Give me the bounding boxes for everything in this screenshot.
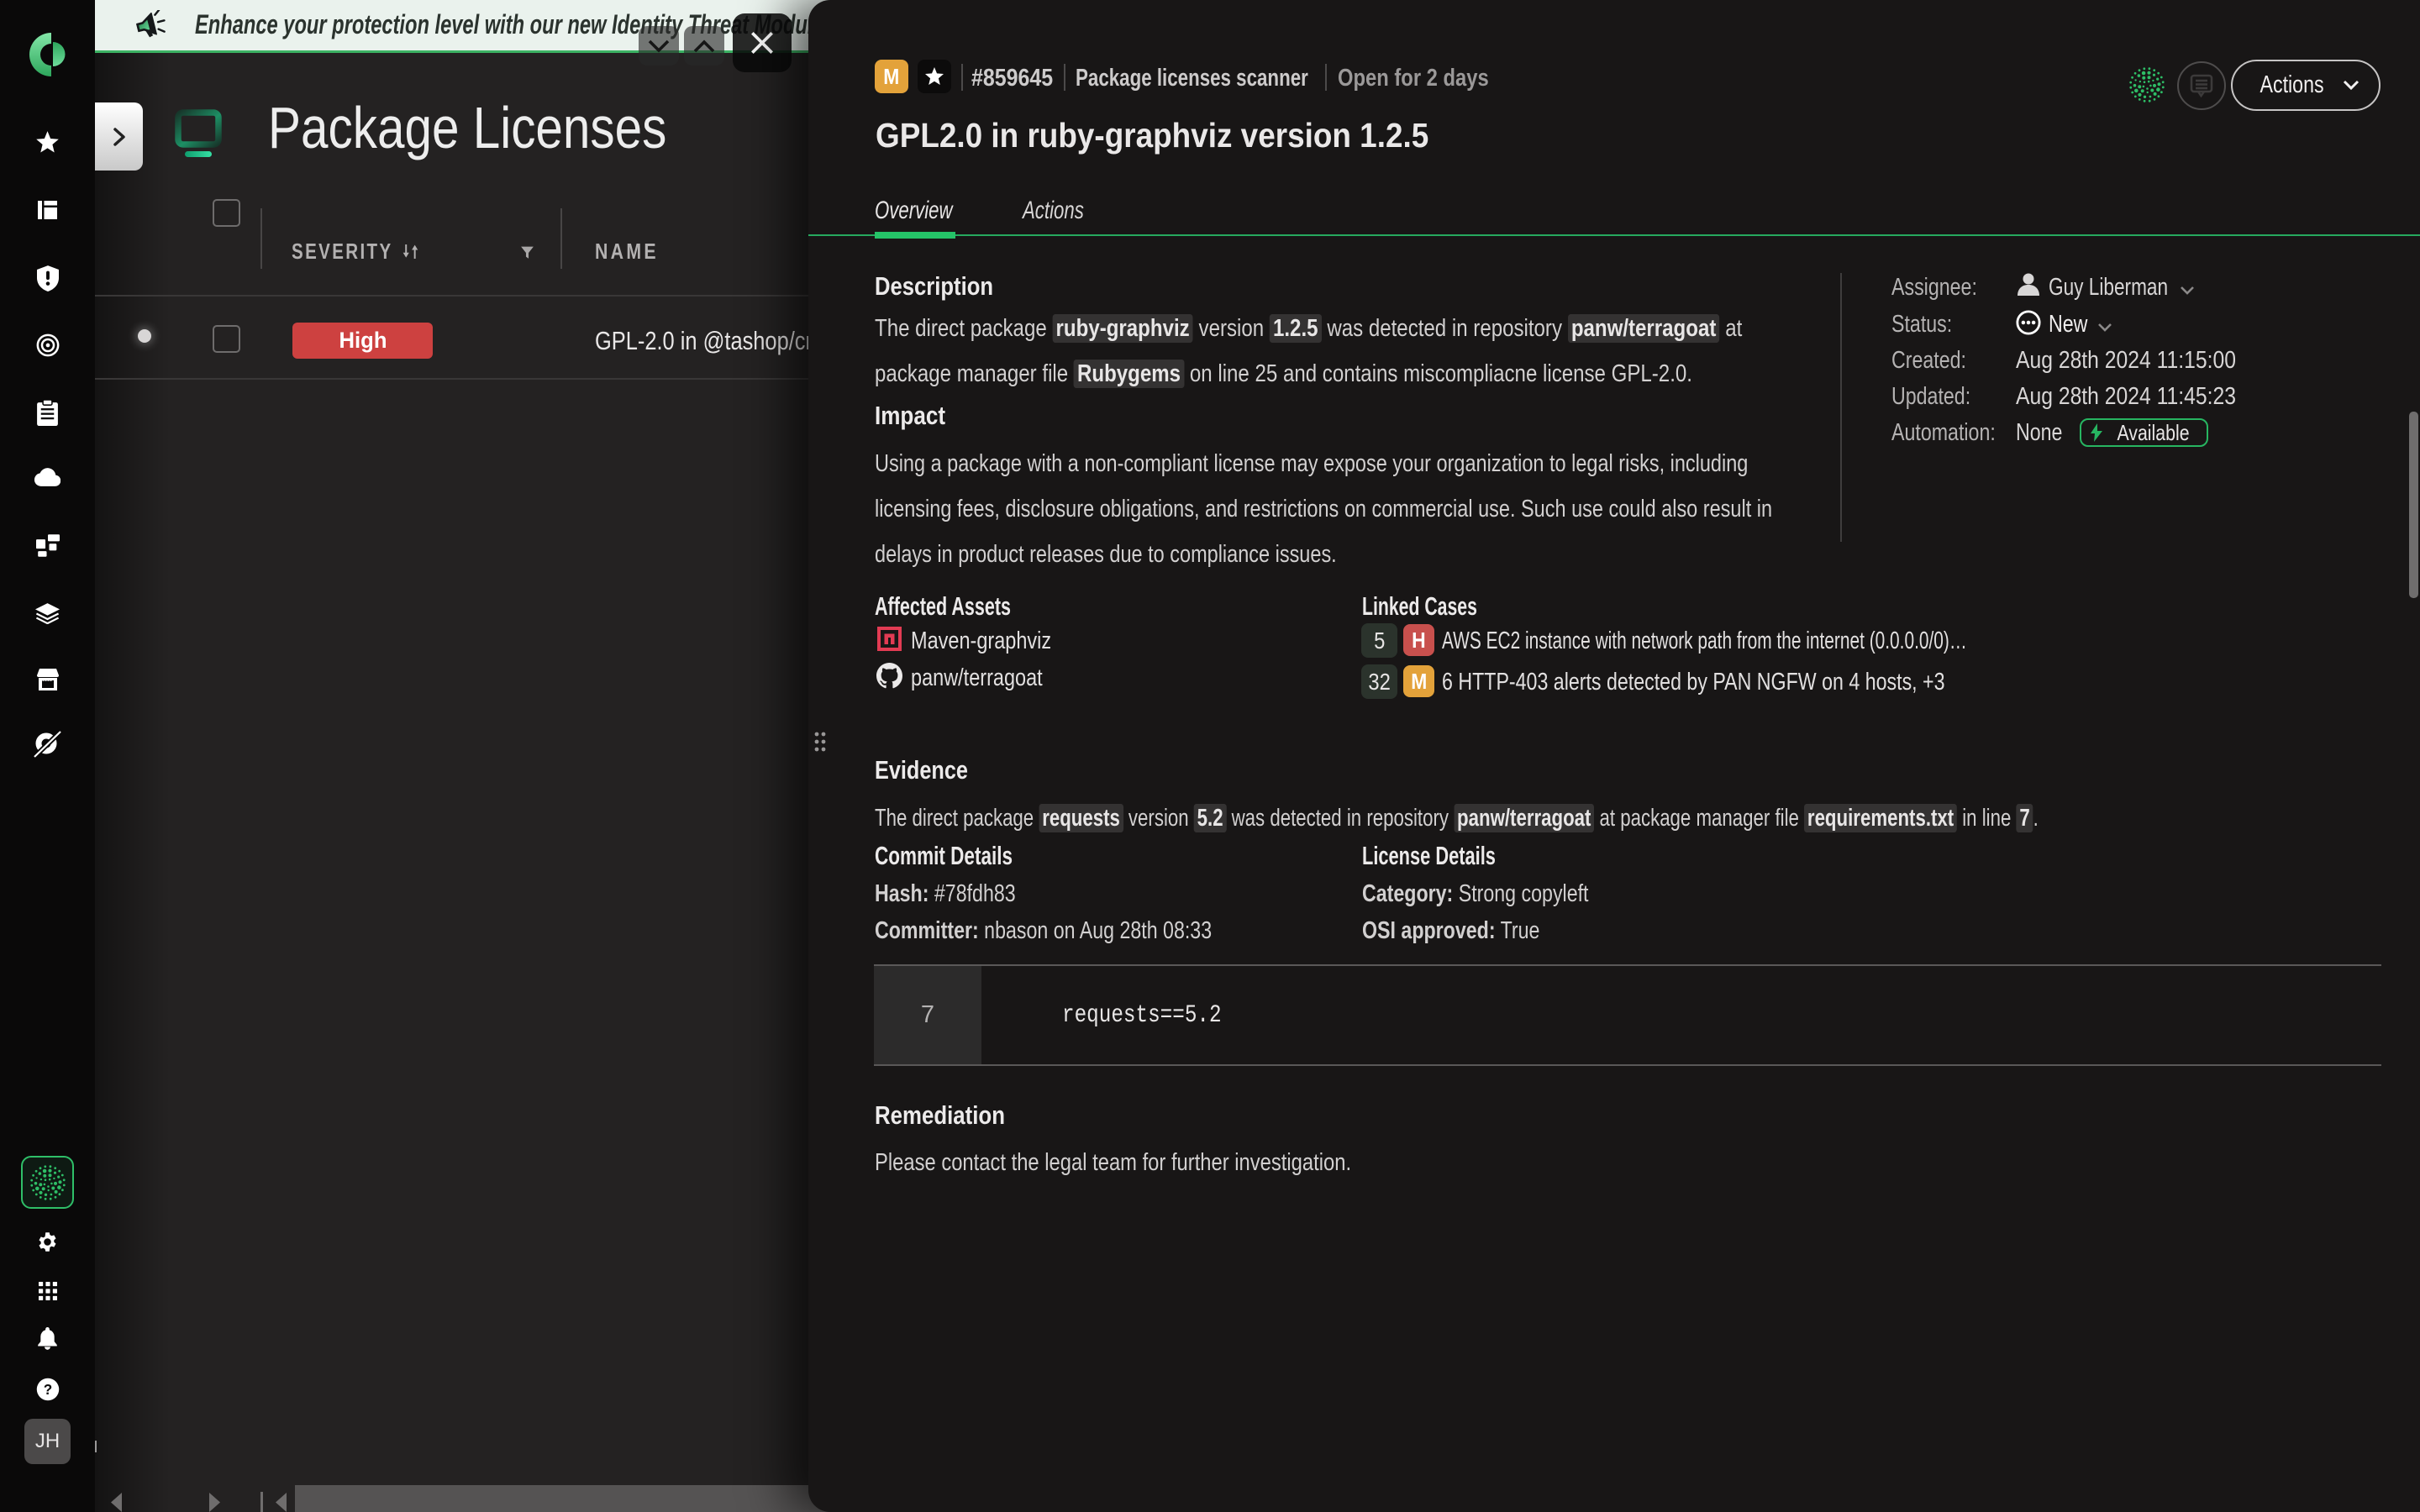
svg-text:?: ? (43, 1382, 51, 1398)
